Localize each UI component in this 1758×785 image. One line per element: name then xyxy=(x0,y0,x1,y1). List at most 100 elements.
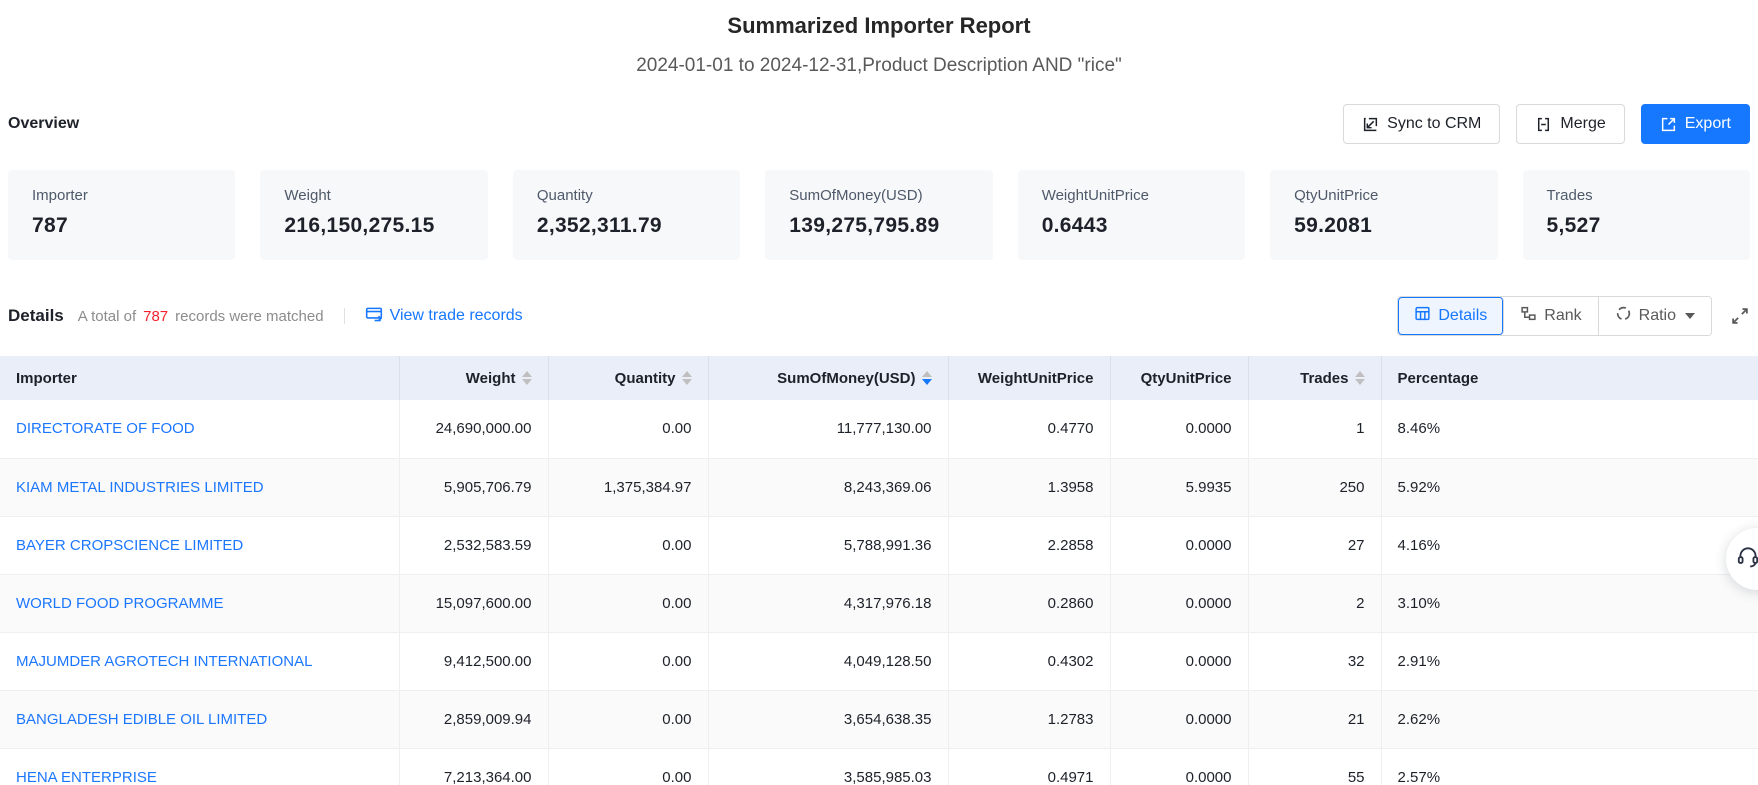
sync-to-crm-label: Sync to CRM xyxy=(1387,115,1481,133)
column-header-weight-unit-price: WeightUnitPrice xyxy=(948,356,1110,400)
card-value: 2,352,311.79 xyxy=(537,214,716,238)
quantity-cell: 0.00 xyxy=(548,690,708,748)
table-header: Importer Weight Quantity SumOfMoney(USD)… xyxy=(0,356,1758,400)
qty-unit-price-cell: 5.9935 xyxy=(1110,458,1248,516)
table-row: BAYER CROPSCIENCE LIMITED 2,532,583.59 0… xyxy=(0,516,1758,574)
overview-card-trades: Trades 5,527 xyxy=(1523,170,1750,260)
rank-view-icon xyxy=(1520,305,1537,327)
trades-cell: 55 xyxy=(1248,748,1381,785)
qty-unit-price-cell: 0.0000 xyxy=(1110,690,1248,748)
overview-card-weight-unit-price: WeightUnitPrice 0.6443 xyxy=(1018,170,1245,260)
trades-cell: 27 xyxy=(1248,516,1381,574)
qty-unit-price-cell: 0.0000 xyxy=(1110,748,1248,785)
overview-toolbar: Overview Sync to CRM Merge xyxy=(8,104,1750,144)
card-label: QtyUnitPrice xyxy=(1294,187,1473,204)
details-section-title: Details xyxy=(8,306,64,326)
export-label: Export xyxy=(1685,115,1731,133)
trade-records-icon xyxy=(365,305,383,328)
details-toolbar: Details A total of 787 records were matc… xyxy=(8,297,1750,335)
percentage-cell: 2.91% xyxy=(1381,632,1758,690)
importer-link[interactable]: WORLD FOOD PROGRAMME xyxy=(16,595,224,612)
percentage-cell: 8.46% xyxy=(1381,400,1758,458)
sort-control-weight[interactable] xyxy=(522,371,532,385)
column-header-percentage: Percentage xyxy=(1381,356,1758,400)
card-value: 0.6443 xyxy=(1042,214,1221,238)
column-label: Importer xyxy=(16,370,77,387)
importer-link[interactable]: MAJUMDER AGROTECH INTERNATIONAL xyxy=(16,653,312,670)
importer-link[interactable]: BANGLADESH EDIBLE OIL LIMITED xyxy=(16,711,267,728)
weight-unit-price-cell: 1.3958 xyxy=(948,458,1110,516)
weight-unit-price-cell: 0.4770 xyxy=(948,400,1110,458)
export-button[interactable]: Export xyxy=(1641,104,1750,144)
weight-unit-price-cell: 0.4302 xyxy=(948,632,1110,690)
percentage-cell: 5.92% xyxy=(1381,458,1758,516)
column-header-trades: Trades xyxy=(1248,356,1381,400)
weight-cell: 2,532,583.59 xyxy=(399,516,548,574)
weight-cell: 15,097,600.00 xyxy=(399,574,548,632)
details-toolbar-left: Details A total of 787 records were matc… xyxy=(8,305,523,328)
column-header-qty-unit-price: QtyUnitPrice xyxy=(1110,356,1248,400)
weight-cell: 9,412,500.00 xyxy=(399,632,548,690)
table-row: HENA ENTERPRISE 7,213,364.00 0.00 3,585,… xyxy=(0,748,1758,785)
card-value: 5,527 xyxy=(1547,214,1726,238)
importer-link[interactable]: HENA ENTERPRISE xyxy=(16,769,157,785)
sort-control-sum-of-money[interactable] xyxy=(922,371,932,385)
view-trade-records-label: View trade records xyxy=(390,307,523,325)
sort-control-quantity[interactable] xyxy=(682,371,692,385)
column-header-importer: Importer xyxy=(0,356,399,400)
sum-of-money-cell: 4,317,976.18 xyxy=(708,574,948,632)
card-label: Trades xyxy=(1547,187,1726,204)
importer-link[interactable]: KIAM METAL INDUSTRIES LIMITED xyxy=(16,479,264,496)
sum-of-money-cell: 11,777,130.00 xyxy=(708,400,948,458)
headset-icon xyxy=(1735,544,1758,575)
export-icon xyxy=(1660,116,1677,133)
merge-label: Merge xyxy=(1560,115,1605,133)
match-count: 787 xyxy=(143,308,168,325)
weight-cell: 5,905,706.79 xyxy=(399,458,548,516)
report-actions: Sync to CRM Merge Export xyxy=(1343,104,1750,144)
card-label: Importer xyxy=(32,187,211,204)
merge-button[interactable]: Merge xyxy=(1516,104,1624,144)
details-toolbar-right: Details Rank Ratio xyxy=(1397,296,1750,336)
quantity-cell: 0.00 xyxy=(548,748,708,785)
sync-to-crm-icon xyxy=(1362,116,1379,133)
view-details-button[interactable]: Details xyxy=(1398,297,1504,335)
card-label: WeightUnitPrice xyxy=(1042,187,1221,204)
weight-unit-price-cell: 1.2783 xyxy=(948,690,1110,748)
importer-link[interactable]: BAYER CROPSCIENCE LIMITED xyxy=(16,537,243,554)
overview-card-qty-unit-price: QtyUnitPrice 59.2081 xyxy=(1270,170,1497,260)
card-label: Weight xyxy=(284,187,463,204)
qty-unit-price-cell: 0.0000 xyxy=(1110,516,1248,574)
column-header-quantity: Quantity xyxy=(548,356,708,400)
report-header: Summarized Importer Report 2024-01-01 to… xyxy=(0,0,1758,78)
quantity-cell: 0.00 xyxy=(548,574,708,632)
view-rank-button[interactable]: Rank xyxy=(1504,297,1598,335)
divider xyxy=(344,308,345,324)
view-trade-records-link[interactable]: View trade records xyxy=(365,305,523,328)
importer-link[interactable]: DIRECTORATE OF FOOD xyxy=(16,420,195,437)
weight-unit-price-cell: 2.2858 xyxy=(948,516,1110,574)
qty-unit-price-cell: 0.0000 xyxy=(1110,574,1248,632)
column-label: WeightUnitPrice xyxy=(978,370,1094,387)
column-label: QtyUnitPrice xyxy=(1141,370,1232,387)
trades-cell: 250 xyxy=(1248,458,1381,516)
overview-card-quantity: Quantity 2,352,311.79 xyxy=(513,170,740,260)
overview-card-importer: Importer 787 xyxy=(8,170,235,260)
table-row: MAJUMDER AGROTECH INTERNATIONAL 9,412,50… xyxy=(0,632,1758,690)
overview-card-sum-of-money: SumOfMoney(USD) 139,275,795.89 xyxy=(765,170,992,260)
sum-of-money-cell: 3,585,985.03 xyxy=(708,748,948,785)
table-row: DIRECTORATE OF FOOD 24,690,000.00 0.00 1… xyxy=(0,400,1758,458)
trades-cell: 21 xyxy=(1248,690,1381,748)
sum-of-money-cell: 8,243,369.06 xyxy=(708,458,948,516)
view-ratio-button[interactable]: Ratio xyxy=(1599,297,1711,335)
sum-of-money-cell: 3,654,638.35 xyxy=(708,690,948,748)
column-label: Percentage xyxy=(1398,370,1479,387)
card-label: Quantity xyxy=(537,187,716,204)
card-label: SumOfMoney(USD) xyxy=(789,187,968,204)
sync-to-crm-button[interactable]: Sync to CRM xyxy=(1343,104,1500,144)
fullscreen-button[interactable] xyxy=(1730,306,1750,326)
trades-cell: 2 xyxy=(1248,574,1381,632)
table-row: WORLD FOOD PROGRAMME 15,097,600.00 0.00 … xyxy=(0,574,1758,632)
sort-control-trades[interactable] xyxy=(1355,371,1365,385)
quantity-cell: 0.00 xyxy=(548,400,708,458)
